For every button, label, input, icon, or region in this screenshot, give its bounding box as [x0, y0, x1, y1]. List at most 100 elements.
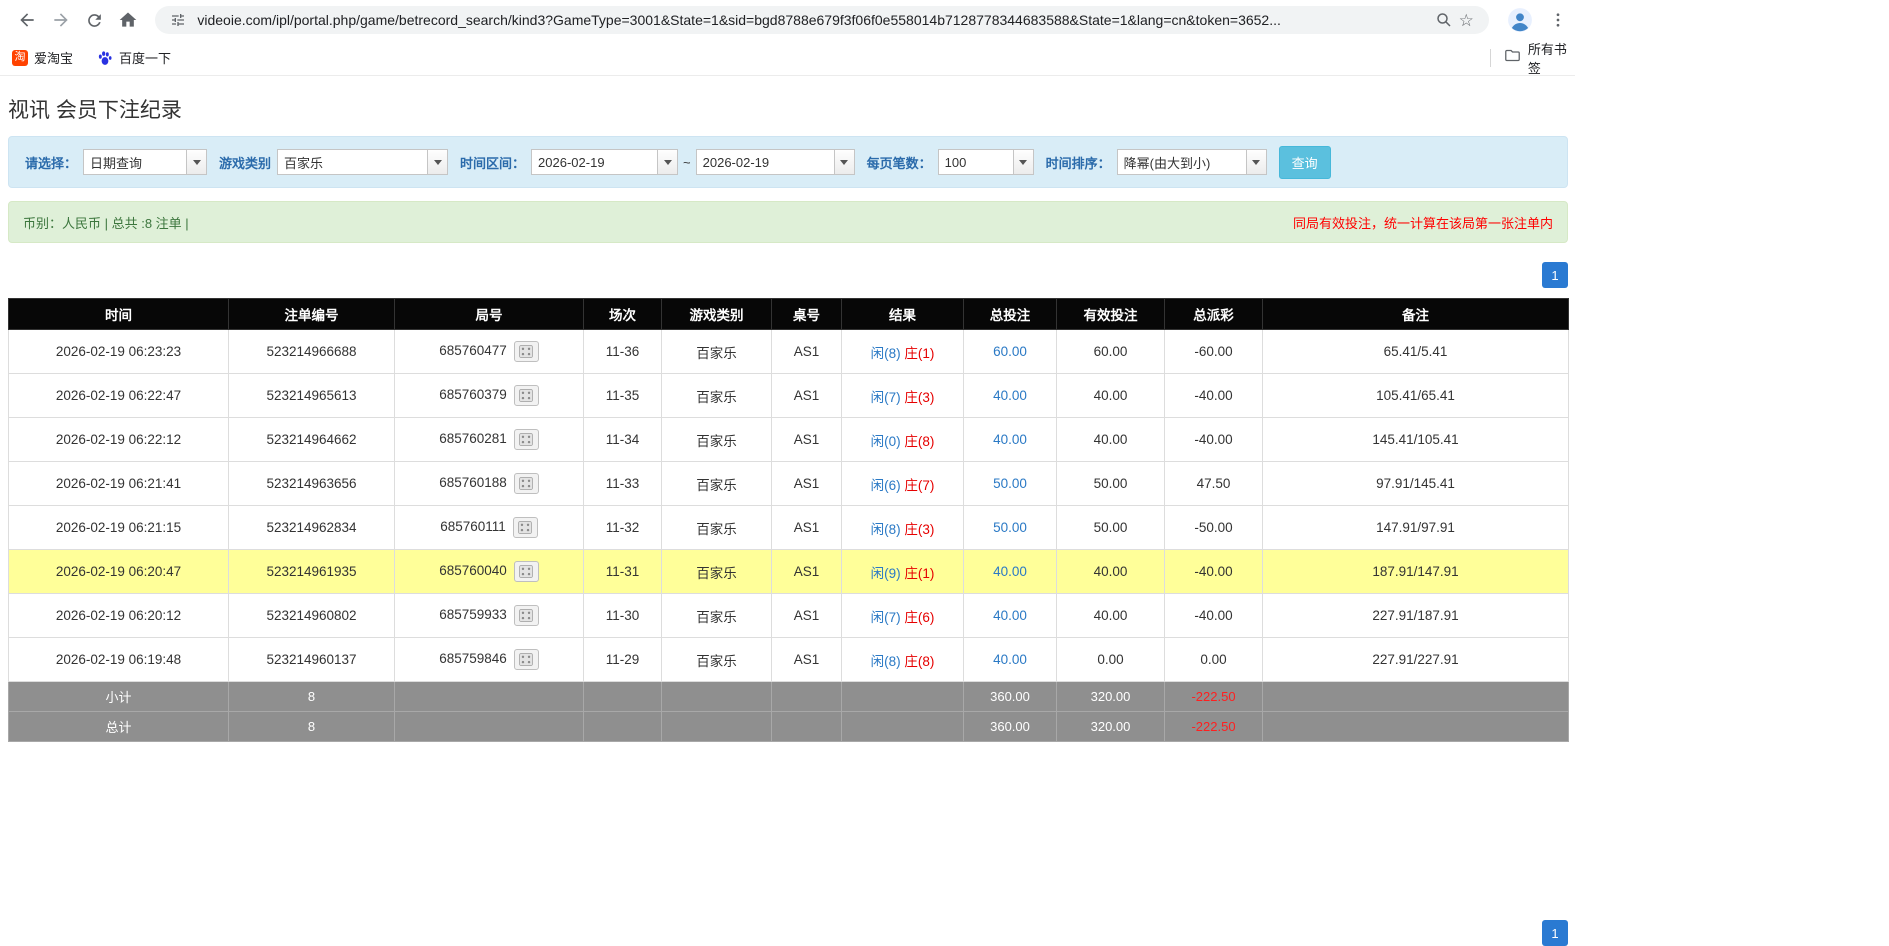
summary-cell — [662, 682, 772, 712]
summary-cell — [1263, 712, 1569, 742]
column-header: 备注 — [1263, 299, 1569, 330]
total-bet-link[interactable]: 40.00 — [993, 564, 1027, 579]
cell-remark: 227.91/227.91 — [1263, 638, 1569, 682]
round-id-text: 685760188 — [439, 475, 507, 490]
result-banker: 庄(6) — [904, 610, 934, 625]
column-header: 注单编号 — [229, 299, 395, 330]
home-button[interactable] — [112, 3, 146, 37]
total-bet-link[interactable]: 40.00 — [993, 652, 1027, 667]
bookmark-baidu[interactable]: 百度一下 — [97, 48, 171, 67]
summary-cell — [842, 682, 964, 712]
result-banker: 庄(1) — [904, 566, 934, 581]
table-row: 2026-02-19 06:19:48523214960137685759846… — [9, 638, 1569, 682]
query-type-input[interactable] — [83, 149, 187, 175]
round-result-button[interactable] — [514, 341, 539, 362]
round-result-button[interactable] — [514, 649, 539, 670]
game-type-input[interactable] — [277, 149, 428, 175]
folder-icon — [1504, 47, 1521, 69]
home-icon — [118, 10, 138, 30]
forward-icon — [51, 10, 71, 30]
cell-remark: 105.41/65.41 — [1263, 374, 1569, 418]
filter-label-date-range: 时间区间： — [460, 153, 525, 172]
summary-cell — [584, 682, 662, 712]
summary-cell — [772, 682, 842, 712]
cell-bet-id: 523214960137 — [229, 638, 395, 682]
sort-dropdown-arrow[interactable] — [1246, 149, 1267, 175]
cell-result: 闲(6) 庄(7) — [842, 462, 964, 506]
baidu-icon — [97, 50, 113, 66]
round-result-button[interactable] — [514, 385, 539, 406]
summary-label: 小计 — [9, 682, 229, 712]
summary-cell: 320.00 — [1057, 682, 1165, 712]
caret-icon — [193, 160, 201, 165]
total-bet-link[interactable]: 40.00 — [993, 608, 1027, 623]
url-text[interactable]: videoie.com/ipl/portal.php/game/betrecor… — [197, 12, 1433, 28]
summary-cell — [662, 712, 772, 742]
url-bar[interactable]: videoie.com/ipl/portal.php/game/betrecor… — [155, 6, 1489, 34]
total-bet-link[interactable]: 40.00 — [993, 388, 1027, 403]
column-header: 局号 — [395, 299, 584, 330]
search-button[interactable]: 查询 — [1279, 146, 1331, 179]
cell-round-id: 685759846 — [395, 638, 584, 682]
menu-icon[interactable] — [1541, 3, 1575, 37]
date-to-input[interactable] — [696, 149, 835, 175]
zoom-icon[interactable] — [1433, 9, 1455, 31]
cell-table-no: AS1 — [772, 550, 842, 594]
total-row: 总计8360.00320.00-222.50 — [9, 712, 1569, 742]
page-button-1[interactable]: 1 — [1542, 920, 1568, 946]
page-button-1[interactable]: 1 — [1542, 262, 1568, 288]
cell-table-no: AS1 — [772, 330, 842, 374]
date-from-dropdown-arrow[interactable] — [657, 149, 678, 175]
die-icon — [519, 609, 533, 622]
round-result-button[interactable] — [513, 517, 538, 538]
summary-cell: -222.50 — [1165, 682, 1263, 712]
currency-summary-text: 币别：人民币 | 总共 :8 注单 | — [23, 213, 189, 232]
table-row: 2026-02-19 06:22:47523214965613685760379… — [9, 374, 1569, 418]
total-bet-link[interactable]: 50.00 — [993, 476, 1027, 491]
bookmark-star-icon[interactable]: ☆ — [1455, 9, 1477, 31]
filter-bar: 请选择： 游戏类别 时间区间： ~ 每页笔数： 时间排序： — [8, 136, 1568, 188]
summary-cell — [395, 712, 584, 742]
cell-session: 11-35 — [584, 374, 662, 418]
refresh-button[interactable] — [78, 3, 112, 37]
die-icon — [519, 653, 533, 666]
date-from-input[interactable] — [531, 149, 658, 175]
round-result-button[interactable] — [514, 429, 539, 450]
bookmark-aitaobao[interactable]: 淘 爱淘宝 — [12, 48, 73, 67]
round-id-text: 685760040 — [439, 563, 507, 578]
result-banker: 庄(8) — [904, 434, 934, 449]
game-type-dropdown-arrow[interactable] — [427, 149, 448, 175]
page-size-input[interactable] — [938, 149, 1014, 175]
sort-input[interactable] — [1117, 149, 1247, 175]
cell-result: 闲(7) 庄(3) — [842, 374, 964, 418]
date-to-dropdown-arrow[interactable] — [834, 149, 855, 175]
round-result-button[interactable] — [514, 605, 539, 626]
page-size-dropdown-arrow[interactable] — [1013, 149, 1034, 175]
cell-round-id: 685760477 — [395, 330, 584, 374]
query-type-dropdown-arrow[interactable] — [186, 149, 207, 175]
cell-remark: 227.91/187.91 — [1263, 594, 1569, 638]
cell-round-id: 685760379 — [395, 374, 584, 418]
cell-round-id: 685759933 — [395, 594, 584, 638]
all-bookmarks-button[interactable]: 所有书签 — [1490, 40, 1575, 76]
table-row: 2026-02-19 06:23:23523214966688685760477… — [9, 330, 1569, 374]
cell-game-type: 百家乐 — [662, 330, 772, 374]
total-bet-link[interactable]: 60.00 — [993, 344, 1027, 359]
round-id-text: 685760379 — [439, 387, 507, 402]
total-bet-link[interactable]: 50.00 — [993, 520, 1027, 535]
cell-table-no: AS1 — [772, 374, 842, 418]
back-button[interactable] — [10, 3, 44, 37]
round-result-button[interactable] — [514, 473, 539, 494]
round-result-button[interactable] — [514, 561, 539, 582]
profile-avatar[interactable] — [1505, 5, 1535, 35]
browser-toolbar: videoie.com/ipl/portal.php/game/betrecor… — [0, 0, 1575, 40]
total-bet-link[interactable]: 40.00 — [993, 432, 1027, 447]
column-header: 游戏类别 — [662, 299, 772, 330]
site-settings-icon[interactable] — [167, 9, 189, 31]
cell-game-type: 百家乐 — [662, 594, 772, 638]
filter-label-sort: 时间排序： — [1046, 153, 1111, 172]
cell-result: 闲(0) 庄(8) — [842, 418, 964, 462]
page-content: 视讯 会员下注纪录 请选择： 游戏类别 时间区间： ~ 每页笔数： 时间排序： — [0, 94, 1889, 946]
cell-bet-id: 523214962834 — [229, 506, 395, 550]
forward-button[interactable] — [44, 3, 78, 37]
